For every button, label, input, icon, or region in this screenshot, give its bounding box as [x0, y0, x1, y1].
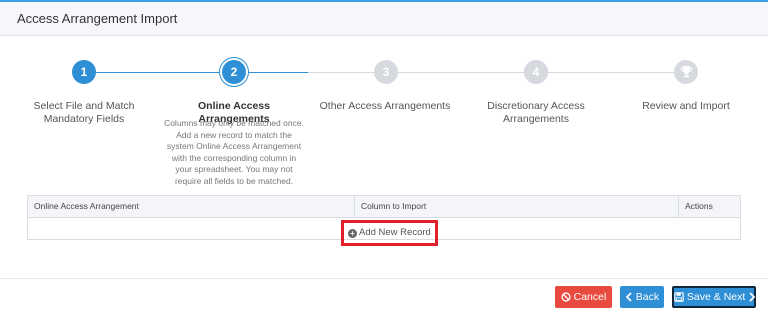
step-5-circle — [674, 60, 698, 84]
save-and-next-button[interactable]: Save & Next — [672, 286, 756, 308]
save-icon — [674, 292, 684, 302]
step-1-label: Select File and Match Mandatory Fields — [33, 100, 135, 125]
table-body: + Add New Record — [28, 218, 740, 246]
step-connector-2b — [308, 72, 374, 73]
modal-footer: Cancel Back Save & Next — [0, 278, 768, 314]
cancel-button[interactable]: Cancel — [555, 286, 612, 308]
table-header: Online Access Arrangement Column to Impo… — [28, 196, 740, 218]
step-5-label: Review and Import — [642, 100, 730, 112]
step-connector-1 — [96, 72, 230, 73]
step-connector-2a — [246, 72, 308, 73]
step-connector-3 — [398, 72, 524, 73]
column-header-actions: Actions — [678, 196, 740, 217]
step-2-description: Columns may only be matched once. Add a … — [164, 118, 304, 186]
add-new-record-label: Add New Record — [359, 227, 431, 238]
mapping-table: Online Access Arrangement Column to Impo… — [27, 195, 741, 246]
step-1-circle: 1 — [72, 60, 96, 84]
plus-circle-icon: + — [348, 229, 357, 238]
column-header-column-to-import: Column to Import — [354, 196, 678, 217]
step-3-label: Other Access Arrangements — [319, 100, 451, 112]
wizard-stepper: 1 2 3 4 Select File and Match Mandatory … — [0, 60, 768, 190]
add-new-record-button[interactable]: + Add New Record — [341, 220, 438, 246]
back-label: Back — [635, 291, 660, 303]
trophy-icon — [680, 65, 692, 78]
save-and-next-label: Save & Next — [686, 291, 746, 303]
cancel-label: Cancel — [573, 291, 607, 303]
step-3-circle: 3 — [374, 60, 398, 84]
ban-icon — [561, 292, 571, 302]
step-2-circle: 2 — [222, 60, 246, 84]
step-connector-4 — [548, 72, 674, 73]
chevron-left-icon — [625, 292, 632, 302]
column-header-online-access: Online Access Arrangement — [34, 201, 139, 211]
back-button[interactable]: Back — [620, 286, 664, 308]
step-4-circle: 4 — [524, 60, 548, 84]
import-modal: Access Arrangement Import 1 2 3 4 Select… — [0, 0, 768, 314]
chevron-right-icon — [749, 292, 756, 302]
modal-title: Access Arrangement Import — [0, 2, 768, 36]
step-4-label: Discretionary Access Arrangements — [487, 100, 585, 125]
